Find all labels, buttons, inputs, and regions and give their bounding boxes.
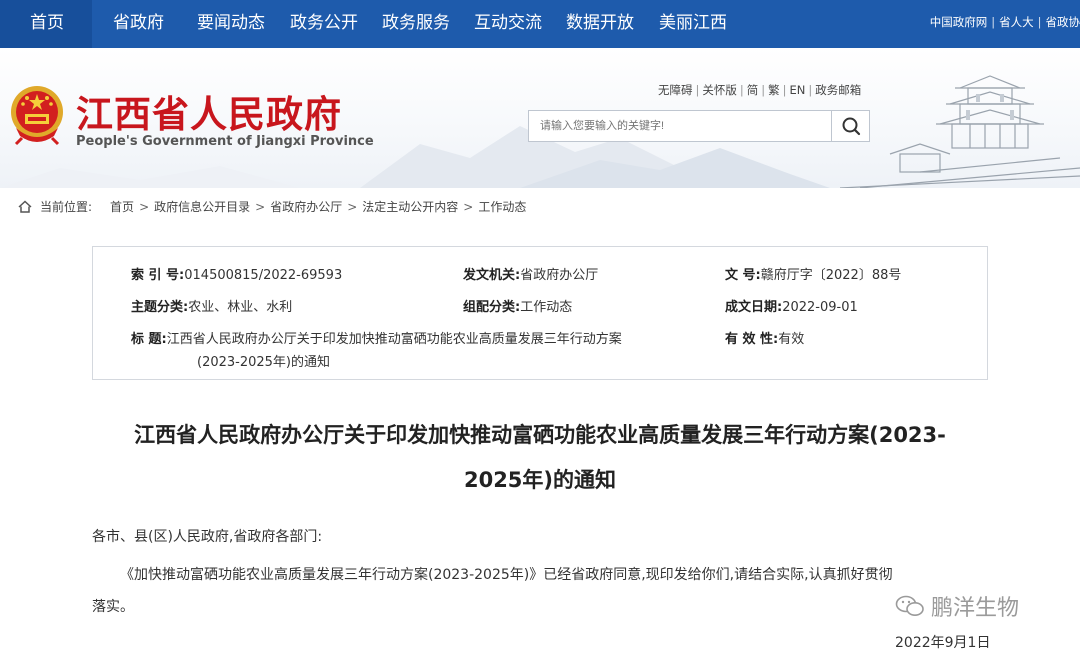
breadcrumb-item-work-news[interactable]: 工作动态 xyxy=(478,200,526,214)
article-salutation: 各市、县(区)人民政府,省政府各部门: xyxy=(92,529,323,545)
issuer-value: 省政府办公厅 xyxy=(520,268,599,283)
article-date: 2022年9月1日 xyxy=(895,635,991,651)
index-number-value: 014500815/2022-69593 xyxy=(184,268,343,283)
topic-row: 主题分类:农业、林业、水利 xyxy=(131,296,292,315)
index-number-label: 索 引 号: xyxy=(131,268,185,283)
nav-item-news[interactable]: 要闻动态 xyxy=(197,0,265,48)
breadcrumb-label: 当前位置: xyxy=(40,200,93,214)
subject-value-line1: 江西省人民政府办公厅关于印发加快推动富硒功能农业高质量发展三年行动方案 xyxy=(166,332,622,347)
article-title-line2: 2025年)的通知 xyxy=(463,468,617,492)
link-provincial-cppcc[interactable]: 省政协 xyxy=(1046,15,1080,29)
article-body-line1: 《加快推动富硒功能农业高质量发展三年行动方案(2023-2025年)》已经省政府… xyxy=(120,567,893,583)
breadcrumb-item-gov-info-catalog[interactable]: 政府信息公开目录 xyxy=(154,200,250,214)
simplified-chinese-link[interactable]: 简 xyxy=(747,83,759,97)
nav-item-home[interactable]: 首页 xyxy=(30,0,64,48)
issuer-label: 发文机关: xyxy=(463,268,521,283)
breadcrumb-item-statutory-disclosure[interactable]: 法定主动公开内容 xyxy=(362,200,458,214)
home-icon xyxy=(18,200,32,213)
date-row: 成文日期:2022-09-01 xyxy=(725,296,858,315)
traditional-chinese-link[interactable]: 繁 xyxy=(768,83,780,97)
validity-value: 有效 xyxy=(778,332,805,347)
breadcrumb-item-general-office[interactable]: 省政府办公厅 xyxy=(270,200,342,214)
watermark-text: 鹏洋生物 xyxy=(931,596,1020,621)
site-subtitle: People's Government of Jiangxi Province xyxy=(76,134,374,149)
nav-item-beautiful-jiangxi[interactable]: 美丽江西 xyxy=(659,0,727,48)
index-number-row: 索 引 号:014500815/2022-69593 xyxy=(131,264,342,283)
article-title-line1: 江西省人民政府办公厅关于印发加快推动富硒功能农业高质量发展三年行动方案(2023… xyxy=(134,423,946,447)
national-emblem-icon xyxy=(11,86,63,146)
category-value: 工作动态 xyxy=(520,300,573,315)
search-box xyxy=(528,110,870,142)
category-label: 组配分类: xyxy=(463,300,521,315)
wechat-icon xyxy=(895,595,924,616)
issuer-row: 发文机关:省政府办公厅 xyxy=(463,264,598,283)
breadcrumb: 当前位置: 首页 > 政府信息公开目录 > 省政府办公厅 > 法定主动公开内容 > 工作动态 xyxy=(18,198,526,215)
search-input[interactable] xyxy=(529,111,831,141)
top-external-links: 中国政府网 | 省人大 | 省政协 xyxy=(929,15,1080,29)
breadcrumb-item-home[interactable]: 首页 xyxy=(110,200,134,214)
nav-item-open-data[interactable]: 数据开放 xyxy=(566,0,634,48)
nav-item-government-services[interactable]: 政务服务 xyxy=(382,0,450,48)
link-china-gov[interactable]: 中国政府网 xyxy=(930,15,988,29)
document-number-row: 文 号:赣府厅字〔2022〕88号 xyxy=(725,264,901,283)
link-provincial-congress[interactable]: 省人大 xyxy=(999,15,1034,29)
site-title[interactable]: 江西省人民政府 xyxy=(76,84,342,138)
watermark: 鹏洋生物 xyxy=(895,590,1019,622)
accessibility-link[interactable]: 无障碍 xyxy=(658,83,693,97)
topic-label: 主题分类: xyxy=(131,300,189,315)
document-number-label: 文 号: xyxy=(725,268,761,283)
document-number-value: 赣府厅字〔2022〕88号 xyxy=(760,268,902,283)
site-header: 江西省人民政府 People's Government of Jiangxi P… xyxy=(0,48,1080,188)
nav-item-open-government[interactable]: 政务公开 xyxy=(290,0,358,48)
validity-label: 有 效 性: xyxy=(725,332,779,347)
category-row: 组配分类:工作动态 xyxy=(463,296,572,315)
nav-item-provincial-government[interactable]: 省政府 xyxy=(113,0,164,48)
top-navigation-bar: 首页 省政府 要闻动态 政务公开 政务服务 互动交流 数据开放 美丽江西 中国政… xyxy=(0,0,1080,48)
nav-item-interaction[interactable]: 互动交流 xyxy=(474,0,542,48)
topic-value: 农业、林业、水利 xyxy=(188,300,293,315)
subject-label: 标 题: xyxy=(131,332,167,347)
subject-row: 标 题:江西省人民政府办公厅关于印发加快推动富硒功能农业高质量发展三年行动方案 xyxy=(131,328,622,347)
tengwang-pavilion-illustration xyxy=(839,75,1080,188)
document-metadata-box: 索 引 号:014500815/2022-69593 发文机关:省政府办公厅 文… xyxy=(92,246,988,380)
english-link[interactable]: EN xyxy=(790,83,806,97)
subject-value-line2: (2023-2025年)的通知 xyxy=(197,355,331,370)
article-body-line2: 落实。 xyxy=(92,599,134,615)
date-value: 2022-09-01 xyxy=(782,300,858,315)
date-label: 成文日期: xyxy=(725,300,783,315)
care-mode-link[interactable]: 关怀版 xyxy=(702,83,737,97)
validity-row: 有 效 性:有效 xyxy=(725,328,804,347)
